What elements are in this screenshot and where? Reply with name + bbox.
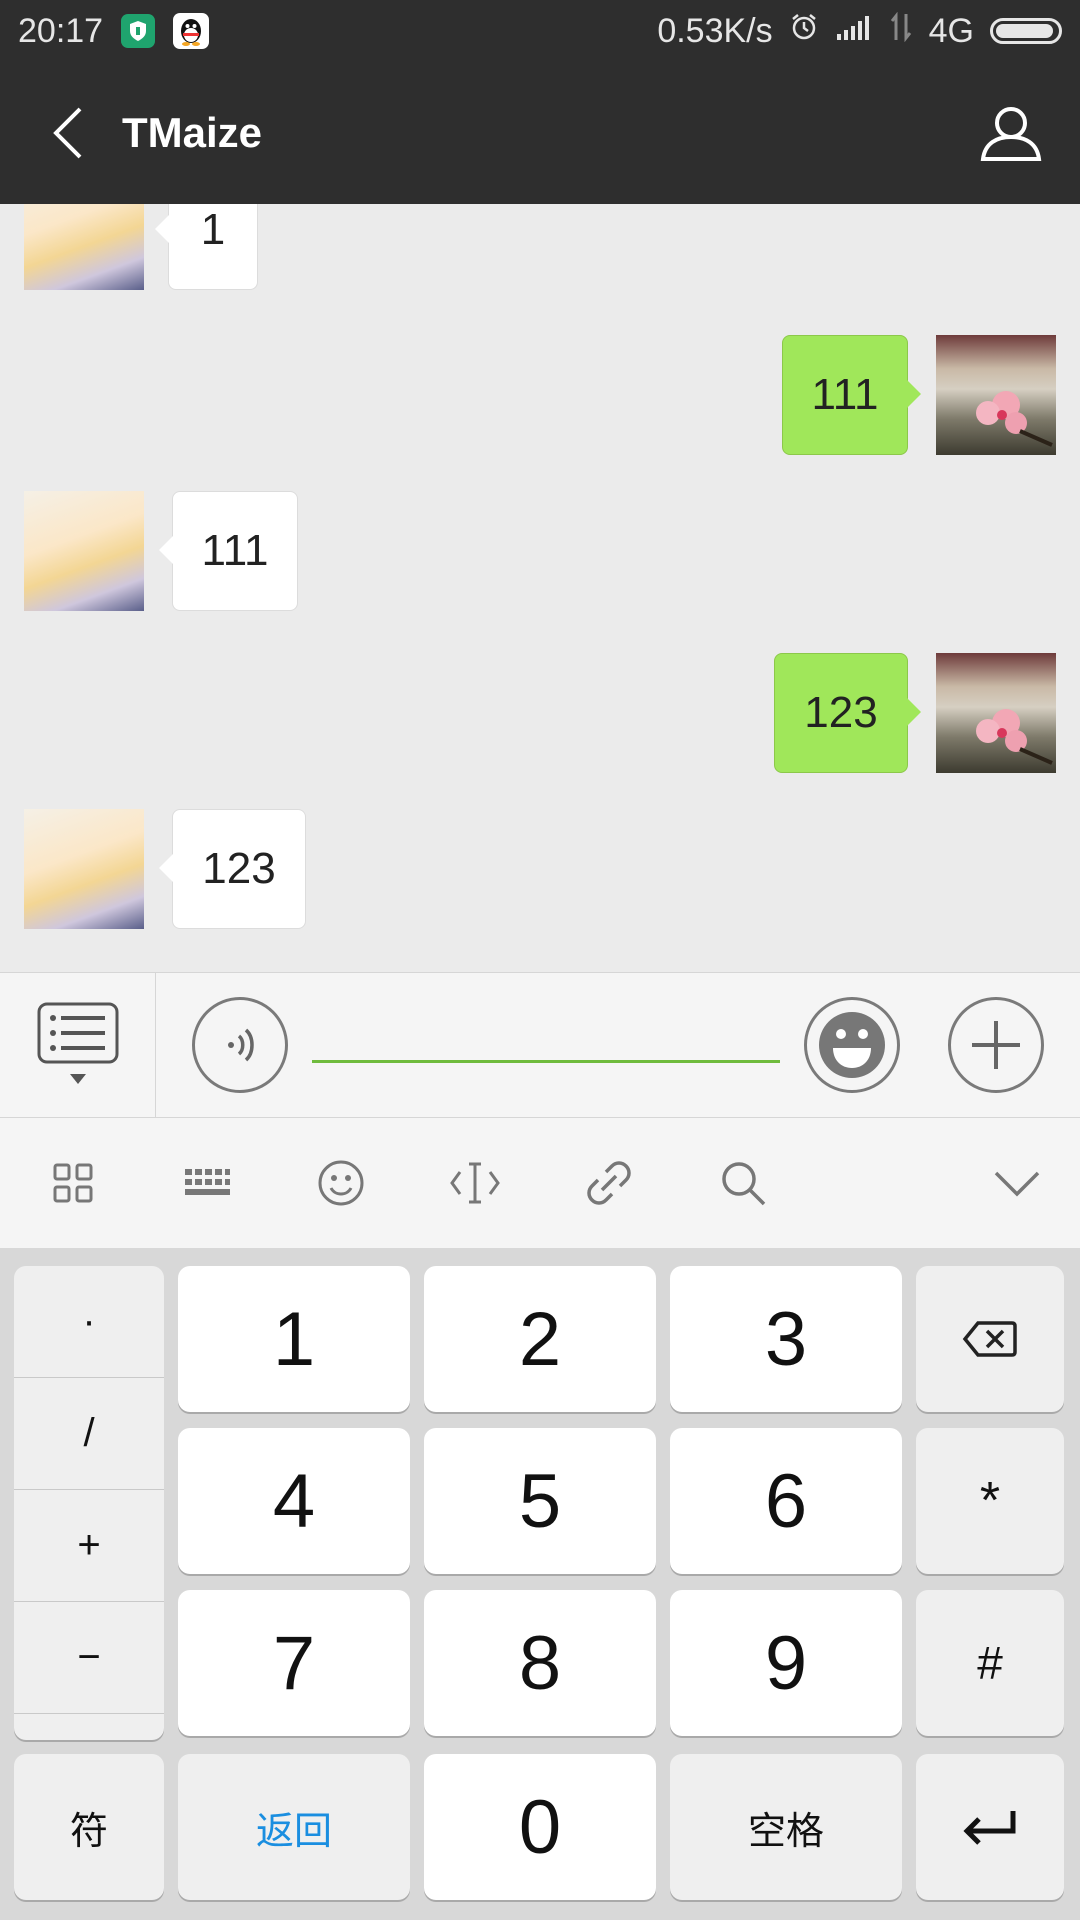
cursor-icon[interactable]: [440, 1148, 510, 1218]
more-options-button[interactable]: [948, 997, 1044, 1093]
data-transfer-icon: [889, 11, 913, 51]
hash-key[interactable]: #: [916, 1590, 1064, 1736]
alarm-icon: [789, 12, 819, 51]
message-text: 123: [804, 688, 878, 737]
message-text: 123: [202, 844, 276, 893]
link-icon[interactable]: [574, 1148, 644, 1218]
title-bar: TMaize: [0, 62, 1080, 204]
incoming-message-bubble[interactable]: 123: [159, 809, 306, 929]
network-type: 4G: [928, 11, 974, 50]
symbol-key[interactable]: ·: [14, 1266, 164, 1378]
contact-avatar[interactable]: [24, 204, 144, 290]
keyboard-icon[interactable]: [172, 1148, 242, 1218]
key-6[interactable]: 6: [670, 1428, 902, 1574]
my-avatar[interactable]: [936, 335, 1056, 455]
contact-avatar[interactable]: [24, 809, 144, 929]
keyboard-toolbar: [0, 1118, 1080, 1248]
symbol-key[interactable]: −: [14, 1602, 164, 1714]
net-speed: 0.53K/s: [657, 11, 773, 50]
message-text: 111: [811, 370, 879, 419]
key-9[interactable]: 9: [670, 1590, 902, 1736]
emoji-icon[interactable]: [306, 1148, 376, 1218]
numeric-keyboard: · / + − 1 2 3 4 5 6 * 7 8 9 # 符 返回 0 空格: [0, 1248, 1080, 1920]
plus-icon: [972, 1021, 1020, 1069]
key-0[interactable]: 0: [424, 1754, 656, 1900]
incoming-message-bubble[interactable]: 111: [159, 491, 298, 611]
symbols-key[interactable]: 符: [14, 1754, 164, 1900]
back-button[interactable]: [18, 62, 118, 204]
enter-icon: [963, 1811, 1016, 1845]
backspace-key[interactable]: [916, 1266, 1064, 1412]
profile-button[interactable]: [956, 62, 1066, 204]
qq-app-icon: [173, 13, 210, 49]
search-icon[interactable]: [708, 1148, 778, 1218]
key-7[interactable]: 7: [178, 1590, 410, 1736]
signal-icon: [835, 12, 873, 51]
flower-photo: [976, 391, 1053, 447]
smiley-icon: [819, 1012, 885, 1078]
message-input[interactable]: [312, 1013, 780, 1063]
incoming-message-bubble[interactable]: 1: [155, 204, 258, 290]
chevron-left-icon: [53, 107, 82, 159]
menu-toggle-button[interactable]: [0, 973, 156, 1117]
chat-list[interactable]: 1 111 111 123 123: [0, 204, 1080, 972]
space-key[interactable]: 空格: [670, 1754, 902, 1900]
key-3[interactable]: 3: [670, 1266, 902, 1412]
key-5[interactable]: 5: [424, 1428, 656, 1574]
key-2[interactable]: 2: [424, 1266, 656, 1412]
chat-title: TMaize: [122, 109, 263, 156]
emoji-button[interactable]: [804, 997, 900, 1093]
message-text: 1: [200, 205, 226, 254]
backspace-icon: [962, 1321, 1017, 1357]
outgoing-message-bubble[interactable]: 123: [774, 653, 921, 773]
chevron-down-icon[interactable]: [982, 1148, 1052, 1218]
message-text: 111: [201, 526, 269, 575]
key-1[interactable]: 1: [178, 1266, 410, 1412]
voice-icon: [228, 1028, 254, 1062]
grid-icon[interactable]: [38, 1148, 108, 1218]
enter-key[interactable]: [916, 1754, 1064, 1900]
star-key[interactable]: *: [916, 1428, 1064, 1574]
voice-button[interactable]: [192, 997, 288, 1093]
flower-photo: [976, 709, 1053, 765]
person-icon: [980, 107, 1042, 161]
status-bar: 20:17 0.53K/s 4G: [0, 0, 1080, 62]
key-4[interactable]: 4: [178, 1428, 410, 1574]
shield-app-icon: [121, 14, 156, 48]
outgoing-message-bubble[interactable]: 111: [782, 335, 921, 455]
status-time: 20:17: [18, 11, 104, 50]
key-8[interactable]: 8: [424, 1590, 656, 1736]
message-input-bar: [0, 972, 1080, 1118]
symbol-key[interactable]: +: [14, 1490, 164, 1602]
list-menu-icon: [37, 1002, 118, 1084]
battery-icon: [990, 18, 1062, 44]
my-avatar[interactable]: [936, 653, 1056, 773]
back-key[interactable]: 返回: [178, 1754, 410, 1900]
symbol-column[interactable]: · / + −: [14, 1266, 164, 1740]
symbol-key[interactable]: /: [14, 1378, 164, 1490]
contact-avatar[interactable]: [24, 491, 144, 611]
